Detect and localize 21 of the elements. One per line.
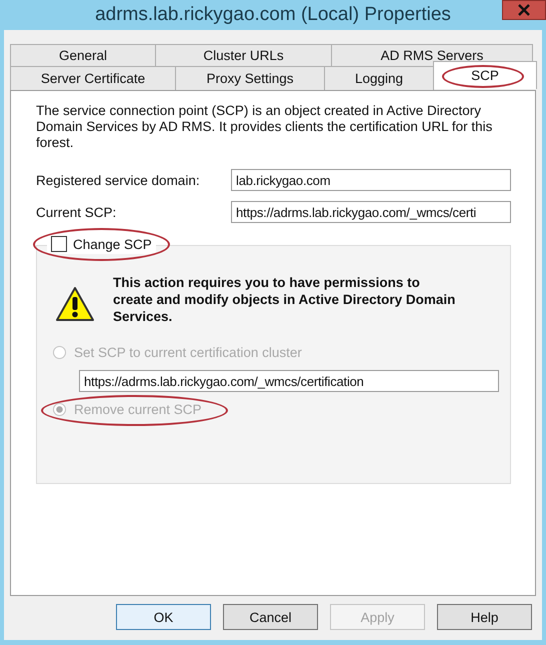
- change-scp-checkbox[interactable]: Change SCP: [47, 234, 156, 254]
- description-text: The service connection point (SCP) is an object created in Active Directory Domain Services by AD RMS. It provides clients the certification URL for this forest.: [36, 103, 494, 151]
- dialog-button[interactable]: Cancel: [223, 604, 318, 630]
- text-field[interactable]: https://adrms.lab.rickygao.com/_wmcs/certi: [231, 201, 511, 223]
- window-title: adrms.lab.rickygao.com (Local) Properties: [95, 4, 451, 26]
- tab[interactable]: SCP: [433, 61, 537, 89]
- tab[interactable]: Server Certificate: [10, 66, 176, 90]
- field-label: Registered service domain:: [36, 172, 201, 188]
- dialog-button[interactable]: Help: [437, 604, 532, 630]
- warning-icon: [55, 286, 95, 322]
- checkbox[interactable]: [51, 236, 67, 252]
- text-field[interactable]: lab.rickygao.com: [231, 169, 511, 191]
- close-button[interactable]: [502, 0, 546, 20]
- tab[interactable]: Cluster URLs: [155, 44, 332, 66]
- dialog-button[interactable]: OK: [116, 604, 211, 630]
- field-label: Current SCP:: [36, 204, 118, 220]
- tab[interactable]: General: [10, 44, 156, 66]
- warning-text: This action requires you to have permissions to create and modify objects in Active Directory Domain Services.: [113, 274, 456, 325]
- tab[interactable]: Logging: [324, 66, 434, 90]
- close-icon: [518, 4, 530, 16]
- tab[interactable]: Proxy Settings: [175, 66, 325, 90]
